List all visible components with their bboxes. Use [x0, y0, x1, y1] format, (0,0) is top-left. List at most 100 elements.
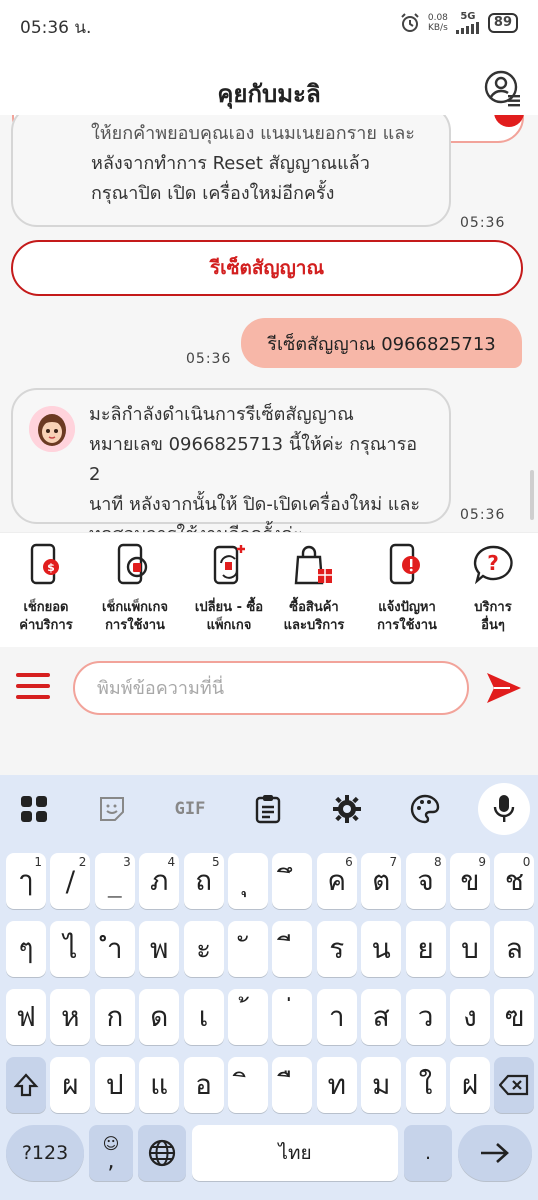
- key[interactable]: ย: [405, 921, 446, 977]
- key-hint: 9: [478, 855, 486, 869]
- key[interactable]: ๆ: [6, 921, 46, 977]
- key[interactable]: ฃ: [494, 989, 535, 1045]
- quick-menu-report-problem[interactable]: แจ้งปัญหา การใช้งาน: [368, 543, 446, 635]
- key[interactable]: ้: [228, 989, 268, 1045]
- key[interactable]: จ8: [405, 853, 446, 909]
- symbols-key[interactable]: ?123: [6, 1125, 84, 1181]
- key-hint: 1: [34, 855, 42, 869]
- settings-gear-icon[interactable]: [325, 789, 369, 829]
- key[interactable]: /2: [50, 853, 91, 909]
- key-label: ?123: [21, 1142, 69, 1164]
- send-icon[interactable]: [485, 671, 523, 705]
- key[interactable]: ่: [272, 989, 313, 1045]
- mic-icon[interactable]: [478, 783, 530, 835]
- key[interactable]: ต7: [361, 853, 402, 909]
- quick-menu-check-bill[interactable]: $ เช็กยอด ค่าบริการ: [7, 543, 85, 635]
- key-label: น: [371, 932, 391, 965]
- chat-area[interactable]: ให้ยกคำพยอบคุณเอง แนมเนยอกราย และ หลังจา…: [0, 115, 538, 532]
- key[interactable]: แ: [139, 1057, 180, 1113]
- key[interactable]: ี: [272, 921, 313, 977]
- key-label: ผ: [62, 1068, 79, 1101]
- key[interactable]: ึ: [272, 853, 313, 909]
- phone-alert-icon: [389, 543, 420, 585]
- theme-palette-icon[interactable]: [403, 789, 447, 829]
- key[interactable]: อ: [183, 1057, 224, 1113]
- key[interactable]: ข9: [450, 853, 490, 909]
- key[interactable]: า: [316, 989, 357, 1045]
- menu-icon[interactable]: [16, 673, 50, 701]
- period-key[interactable]: .: [404, 1125, 452, 1181]
- key[interactable]: ุ: [228, 853, 268, 909]
- quick-menu-other-services[interactable]: ? บริการ อื่นๆ: [454, 543, 532, 635]
- key[interactable]: ป: [94, 1057, 135, 1113]
- backspace-key[interactable]: [494, 1057, 535, 1113]
- keyboard-toolbar: GIF: [0, 775, 538, 843]
- key[interactable]: ฟ: [6, 989, 46, 1045]
- page-title: คุยกับมะลิ: [217, 80, 321, 108]
- chat-scrollbar[interactable]: [530, 470, 534, 520]
- alarm-icon: [401, 13, 419, 32]
- reset-signal-button[interactable]: รีเซ็ตสัญญาณ: [11, 240, 523, 296]
- phone-change-icon: [213, 545, 245, 585]
- clipboard-icon[interactable]: [246, 789, 290, 829]
- key[interactable]: ั: [228, 921, 268, 977]
- key[interactable]: ฝ: [450, 1057, 490, 1113]
- key[interactable]: ส: [361, 989, 402, 1045]
- key[interactable]: ด: [139, 989, 180, 1045]
- key[interactable]: ไ: [50, 921, 91, 977]
- comma-emoji-key[interactable]: ☺,: [89, 1125, 133, 1181]
- sticker-icon[interactable]: [90, 789, 134, 829]
- key-label: ,: [107, 1149, 115, 1174]
- enter-key[interactable]: [458, 1125, 532, 1181]
- key[interactable]: ถ5: [183, 853, 224, 909]
- shift-key[interactable]: [6, 1057, 46, 1113]
- key[interactable]: ผ: [50, 1057, 91, 1113]
- key-label: ช: [504, 864, 524, 897]
- key[interactable]: ง: [450, 989, 490, 1045]
- key-label: ย: [417, 932, 434, 965]
- gif-button[interactable]: GIF: [168, 789, 212, 829]
- key[interactable]: ำ: [94, 921, 135, 977]
- key[interactable]: ภ4: [139, 853, 180, 909]
- quick-menu-shop[interactable]: ซื้อสินค้า และบริการ: [275, 543, 353, 635]
- key[interactable]: ห: [50, 989, 91, 1045]
- key[interactable]: ช0: [494, 853, 535, 909]
- quick-menu-check-package[interactable]: เช็กแพ็กเกจ การใช้งาน: [96, 543, 174, 635]
- key-label: /: [65, 864, 76, 898]
- key-label: ค: [327, 864, 347, 897]
- key[interactable]: น: [361, 921, 402, 977]
- key[interactable]: ะ: [183, 921, 224, 977]
- key[interactable]: ิ: [228, 1057, 268, 1113]
- key[interactable]: ว: [405, 989, 446, 1045]
- key-label: ล: [505, 932, 523, 965]
- key[interactable]: ท: [316, 1057, 357, 1113]
- language-key[interactable]: [138, 1125, 186, 1181]
- profile-menu-icon[interactable]: [484, 70, 522, 108]
- space-key[interactable]: ไทย: [192, 1125, 398, 1181]
- key[interactable]: ื: [272, 1057, 313, 1113]
- key[interactable]: _ 3: [94, 853, 135, 909]
- key[interactable]: ร: [316, 921, 357, 977]
- key[interactable]: เ: [183, 989, 224, 1045]
- backspace-icon: [499, 1074, 529, 1096]
- key-hint: 7: [389, 855, 398, 869]
- key-label: ข: [460, 864, 480, 897]
- quick-menu-change-package[interactable]: เปลี่ยน - ซื้อ แพ็กเกจ: [190, 543, 268, 635]
- message-input[interactable]: [73, 661, 469, 715]
- key[interactable]: บ: [450, 921, 490, 977]
- battery-indicator: 89: [487, 13, 518, 33]
- key[interactable]: ก: [94, 989, 135, 1045]
- key[interactable]: ม: [361, 1057, 402, 1113]
- key-label: จ: [417, 864, 434, 897]
- key[interactable]: ใ: [405, 1057, 446, 1113]
- key-label: ท: [327, 1068, 347, 1101]
- status-icons: 0.08 KB/s 5G 89: [400, 12, 518, 34]
- key[interactable]: พ: [139, 921, 180, 977]
- key-label: ำ: [106, 932, 123, 965]
- key[interactable]: ๅ1: [6, 853, 46, 909]
- key-label: บ: [461, 932, 479, 965]
- key[interactable]: ค6: [316, 853, 357, 909]
- key[interactable]: ล: [494, 921, 535, 977]
- apps-grid-icon[interactable]: [12, 789, 56, 829]
- key-hint: 2: [78, 855, 87, 869]
